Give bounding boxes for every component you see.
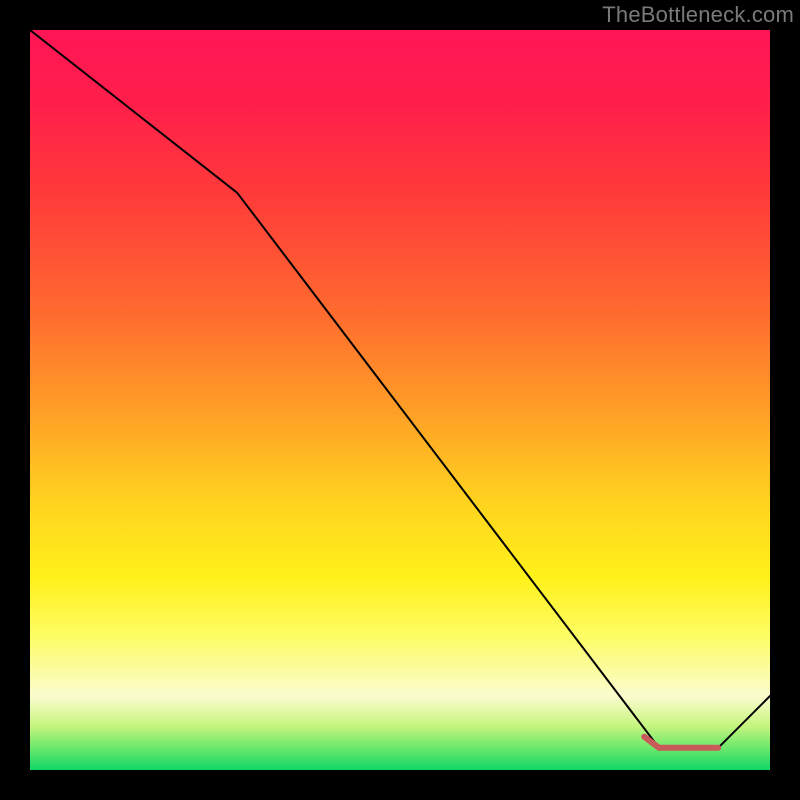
chart-stage: TheBottleneck.com	[0, 0, 800, 800]
chart-plot-area	[30, 30, 770, 770]
watermark-text: TheBottleneck.com	[602, 2, 794, 28]
